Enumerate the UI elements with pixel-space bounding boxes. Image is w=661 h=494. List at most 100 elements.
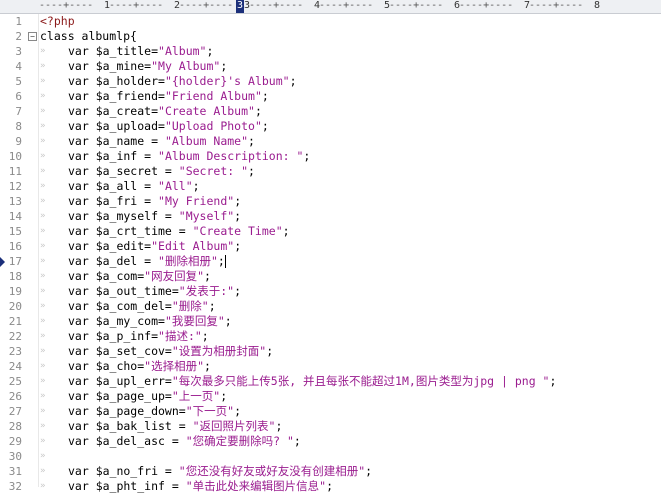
code-line[interactable]: 16 » var $a_edit="Edit Album"; — [0, 239, 661, 254]
code-line[interactable]: 28 » var $a_bak_list = "返回照片列表"; — [0, 419, 661, 434]
code-line[interactable]: 13 » var $a_fri = "My Friend"; — [0, 194, 661, 209]
code-line[interactable]: 20 » var $a_com_del="删除"; — [0, 299, 661, 314]
ruler-cursor-marker: 3 — [236, 0, 244, 13]
variable-declaration: var $a_creat= — [68, 104, 159, 118]
string-literal: "My Friend" — [158, 194, 235, 208]
line-number: 25 — [8, 375, 22, 388]
code-line[interactable]: 3 » var $a_title="Album"; — [0, 44, 661, 59]
code-line[interactable]: 23 » var $a_set_cov="设置为相册封面"; — [0, 344, 661, 359]
code-line[interactable]: 7 » var $a_creat="Create Album"; — [0, 104, 661, 119]
code-editor[interactable]: 1 <?php 2− class albumlp{3» var $a_title="Al… — [0, 14, 661, 494]
tab-indent-marker: » — [40, 241, 46, 251]
code-statement: var $a_mine="My Album"; — [68, 59, 227, 74]
string-literal: "返回照片列表" — [192, 419, 276, 433]
code-line[interactable]: 19 » var $a_out_time="发表于:"; — [0, 284, 661, 299]
line-number: 31 — [8, 465, 22, 478]
tab-indent-marker: » — [40, 226, 46, 236]
string-literal: "Create Album" — [158, 104, 255, 118]
fold-toggle-icon[interactable]: − — [28, 32, 37, 41]
code-statement: var $a_cho="选择相册"; — [68, 359, 211, 374]
tab-indent-marker: » — [40, 121, 46, 131]
statement-terminator: ; — [261, 89, 269, 103]
code-line[interactable]: 11 » var $a_secret = "Secret: "; — [0, 164, 661, 179]
string-literal: "All" — [158, 179, 193, 193]
statement-terminator: ; — [220, 389, 228, 403]
code-line[interactable]: 17 » var $a_del = "删除相册"; — [0, 254, 661, 269]
ruler-ticks: ----+---- — [179, 0, 234, 11]
variable-declaration: var $a_pht_inf = — [68, 479, 186, 493]
ruler-segment: ----+---- 4 — [249, 0, 320, 13]
tab-indent-marker: » — [40, 346, 46, 356]
code-line[interactable]: 8 » var $a_upload="Upload Photo"; — [0, 119, 661, 134]
code-line[interactable]: 26 » var $a_page_up="上一页"; — [0, 389, 661, 404]
ruler-ticks: ----+---- — [529, 0, 584, 11]
php-open-tag: <?php — [40, 14, 75, 28]
string-literal: "单击此处来编辑图片信息" — [185, 479, 327, 493]
code-statement: var $a_creat="Create Album"; — [68, 104, 262, 119]
tab-indent-marker: » — [40, 436, 46, 446]
code-statement: var $a_fri = "My Friend"; — [68, 194, 241, 209]
code-line[interactable]: 31 » var $a_no_fri = "您还没有好友或好友没有创建相册"; — [0, 464, 661, 479]
code-line[interactable]: 22 » var $a_p_inf="描述:"; — [0, 329, 661, 344]
variable-declaration: var $a_del = — [68, 254, 159, 268]
ruler-ticks: ----+---- — [109, 0, 164, 11]
line-number: 16 — [8, 240, 22, 253]
line-number: 15 — [8, 225, 22, 238]
statement-terminator: ; — [326, 479, 333, 493]
string-literal: "每次最多只能上传5张, 并且每张不能超过1M,图片类型为jpg | png " — [171, 374, 550, 388]
code-line[interactable]: 1 <?php — [0, 14, 661, 29]
ruler-segment: ----+---- 2 — [109, 0, 180, 13]
tab-indent-marker: » — [40, 466, 46, 476]
code-line[interactable]: 9 » var $a_name = "Album Name"; — [0, 134, 661, 149]
variable-declaration: var $a_del_asc = — [68, 434, 186, 448]
tab-indent-marker: » — [40, 256, 46, 266]
code-statement: var $a_my_com="我要回复"; — [68, 314, 232, 329]
statement-terminator: ; — [224, 314, 232, 328]
code-statement: var $a_upload="Upload Photo"; — [68, 119, 269, 134]
code-line[interactable]: 27 » var $a_page_down="下一页"; — [0, 404, 661, 419]
code-line[interactable]: 2− class albumlp{ — [0, 29, 661, 44]
class-declaration: class albumlp{ — [40, 29, 137, 43]
code-line[interactable]: 30 » — [0, 449, 661, 464]
line-number: 2 — [15, 30, 22, 43]
string-literal: "设置为相册封面" — [171, 344, 267, 358]
code-line[interactable]: 21 » var $a_my_com="我要回复"; — [0, 314, 661, 329]
tab-indent-marker: » — [40, 181, 46, 191]
tab-indent-marker: » — [40, 166, 46, 176]
text-caret — [224, 255, 226, 268]
string-literal: "发表于:" — [178, 284, 235, 298]
code-statement: var $a_com_del="删除"; — [68, 299, 216, 314]
variable-declaration: var $a_my_com= — [68, 314, 165, 328]
code-line[interactable]: 4 » var $a_mine="My Album"; — [0, 59, 661, 74]
code-line[interactable]: 12 » var $a_all = "All"; — [0, 179, 661, 194]
statement-terminator: ; — [234, 209, 242, 223]
code-statement: var $a_bak_list = "返回照片列表"; — [68, 419, 282, 434]
code-line[interactable]: 24 » var $a_cho="选择相册"; — [0, 359, 661, 374]
ruler-ticks: ----+---- — [459, 0, 514, 11]
line-number: 17 — [8, 255, 22, 268]
code-statement: var $a_inf = "Album Description: "; — [68, 149, 310, 164]
tab-indent-marker: » — [40, 61, 46, 71]
code-line[interactable]: 6 » var $a_friend="Friend Album"; — [0, 89, 661, 104]
code-statement: var $a_myself = "Myself"; — [68, 209, 241, 224]
tab-indent-marker: » — [40, 451, 46, 461]
code-statement: var $a_p_inf="描述:"; — [68, 329, 209, 344]
string-literal: "Create Time" — [192, 224, 283, 238]
tab-indent-marker: » — [40, 46, 46, 56]
variable-declaration: var $a_title= — [68, 44, 159, 58]
tab-indent-marker: » — [40, 136, 46, 146]
code-line[interactable]: 29 » var $a_del_asc = "您确定要删除吗? "; — [0, 434, 661, 449]
code-line[interactable]: 10 » var $a_inf = "Album Description: "; — [0, 149, 661, 164]
statement-terminator: ; — [282, 224, 290, 238]
code-line[interactable]: 14 » var $a_myself = "Myself"; — [0, 209, 661, 224]
code-line[interactable]: 18 » var $a_com="网友回复"; — [0, 269, 661, 284]
line-number: 1 — [15, 15, 22, 28]
variable-declaration: var $a_crt_time = — [68, 224, 193, 238]
code-line[interactable]: 15 » var $a_crt_time = "Create Time"; — [0, 224, 661, 239]
code-statement: var $a_set_cov="设置为相册封面"; — [68, 344, 273, 359]
tab-indent-marker: » — [40, 106, 46, 116]
code-line[interactable]: 5 » var $a_holder="{holder}'s Album"; — [0, 74, 661, 89]
statement-terminator: ; — [293, 434, 301, 448]
statement-terminator: ; — [365, 464, 373, 478]
code-line[interactable]: 25 » var $a_upl_err="每次最多只能上传5张, 并且每张不能超过1… — [0, 374, 661, 389]
